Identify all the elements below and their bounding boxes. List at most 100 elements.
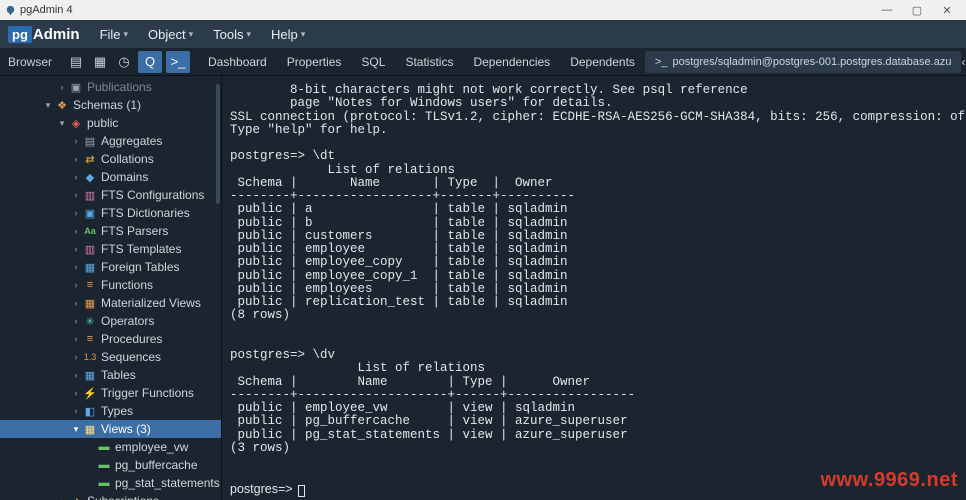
main-tabs: Dashboard Properties SQL Statistics Depe… (198, 51, 966, 73)
logo-admin: Admin (33, 26, 80, 43)
expand-icon[interactable]: › (70, 244, 82, 254)
tree-view-pg_buffercache[interactable]: ▬pg_buffercache (0, 456, 221, 474)
expand-icon[interactable]: › (56, 496, 68, 500)
tree-item-public[interactable]: ▾◈public (0, 114, 221, 132)
schemas-icon: ❖ (54, 99, 70, 112)
tree-view-pg_stat_statements[interactable]: ▬pg_stat_statements (0, 474, 221, 492)
menu-tools[interactable]: Tools▾ (203, 27, 261, 42)
fts-templates-icon: ▥ (82, 243, 98, 256)
tree-item-collations[interactable]: ›⇄Collations (0, 150, 221, 168)
object-browser[interactable]: ›▣Publications ▾❖Schemas (1) ▾◈public ›▤… (0, 76, 222, 500)
expand-icon[interactable]: › (56, 82, 68, 92)
fts-configurations-icon: ▥ (82, 189, 98, 202)
expand-icon[interactable]: › (70, 190, 82, 200)
tab-dashboard[interactable]: Dashboard (198, 55, 277, 69)
expand-icon[interactable]: › (70, 172, 82, 182)
tab-psql-session[interactable]: >_ postgres/sqladmin@postgres-001.postgr… (645, 51, 962, 73)
expand-icon[interactable]: › (70, 226, 82, 236)
tree-item-schemas[interactable]: ▾❖Schemas (1) (0, 96, 221, 114)
procedures-icon: ≡ (82, 333, 98, 345)
collapse-icon[interactable]: ▾ (56, 118, 68, 129)
collapse-icon[interactable]: ▾ (42, 100, 54, 111)
expand-icon[interactable]: › (70, 316, 82, 326)
tree-item-subscriptions[interactable]: ›◑Subscriptions (0, 492, 221, 500)
connection-path: postgres/sqladmin@postgres-001.postgres.… (672, 56, 951, 68)
minimize-button[interactable]: — (872, 4, 902, 16)
tool-dashboard-icon[interactable]: ◷ (112, 51, 136, 73)
app-logo: pg Admin (8, 26, 80, 43)
menu-file[interactable]: File▾ (90, 27, 138, 42)
tree-item-fts-templates[interactable]: ›▥FTS Templates (0, 240, 221, 258)
expand-icon[interactable]: › (70, 280, 82, 290)
tool-grid-icon[interactable]: ▦ (88, 51, 112, 73)
tree-item-views[interactable]: ▾▦Views (3) (0, 420, 221, 438)
tool-psql-icon[interactable]: >_ (166, 51, 190, 73)
chevron-down-icon: ▾ (189, 29, 194, 40)
tree-item-operators[interactable]: ›✳Operators (0, 312, 221, 330)
close-button[interactable]: ✕ (932, 4, 962, 17)
expand-icon[interactable]: › (70, 298, 82, 308)
tab-statistics[interactable]: Statistics (395, 55, 463, 69)
tables-icon: ▦ (82, 369, 98, 382)
views-icon: ▦ (82, 423, 98, 436)
scrollbar-thumb[interactable] (216, 84, 220, 204)
tree-item-publications[interactable]: ›▣Publications (0, 78, 221, 96)
menu-help[interactable]: Help▾ (261, 27, 315, 42)
expand-icon[interactable]: › (70, 136, 82, 146)
tree-item-types[interactable]: ›◧Types (0, 402, 221, 420)
schema-icon: ◈ (68, 117, 84, 130)
terminal-icon: >_ (655, 56, 668, 68)
chevron-down-icon: ▾ (301, 29, 306, 40)
tab-dependencies[interactable]: Dependencies (463, 55, 560, 69)
trigger-functions-icon: ⚡ (82, 387, 98, 400)
tree-item-tables[interactable]: ›▦Tables (0, 366, 221, 384)
browser-toolbar: ▤ ▦ ◷ Q >_ (60, 51, 192, 73)
app-icon (4, 4, 16, 16)
tree-item-functions[interactable]: ›≡Functions (0, 276, 221, 294)
expand-icon[interactable]: › (70, 154, 82, 164)
tree-item-procedures[interactable]: ›≡Procedures (0, 330, 221, 348)
tree-item-fts-configurations[interactable]: ›▥FTS Configurations (0, 186, 221, 204)
fts-parsers-icon: Aa (82, 226, 98, 236)
window-titlebar: pgAdmin 4 — ▢ ✕ (0, 0, 966, 20)
tree-item-domains[interactable]: ›◆Domains (0, 168, 221, 186)
tree-item-aggregates[interactable]: ›▤Aggregates (0, 132, 221, 150)
view-icon: ▬ (96, 441, 112, 453)
aggregates-icon: ▤ (82, 135, 98, 148)
subscriptions-icon: ◑ (68, 495, 84, 500)
terminal-cursor (298, 485, 305, 497)
tree-item-materialized-views[interactable]: ›▦Materialized Views (0, 294, 221, 312)
psql-terminal[interactable]: 8-bit characters might not work correctl… (222, 76, 966, 500)
expand-icon[interactable]: › (70, 262, 82, 272)
collapse-icon[interactable]: ▾ (70, 424, 82, 435)
tab-dependents[interactable]: Dependents (560, 55, 645, 69)
browser-panel-label: Browser (0, 55, 60, 69)
expand-icon[interactable]: › (70, 208, 82, 218)
tool-search-icon[interactable]: Q (138, 51, 162, 73)
tree-item-fts-dictionaries[interactable]: ›▣FTS Dictionaries (0, 204, 221, 222)
tree-item-fts-parsers[interactable]: ›AaFTS Parsers (0, 222, 221, 240)
expand-icon[interactable]: › (70, 334, 82, 344)
sidebar-scrollbar[interactable] (215, 76, 221, 500)
tool-properties-icon[interactable]: ▤ (64, 51, 88, 73)
tree-item-sequences[interactable]: ›1.3Sequences (0, 348, 221, 366)
fts-dictionaries-icon: ▣ (82, 207, 98, 220)
types-icon: ◧ (82, 405, 98, 418)
tab-sql[interactable]: SQL (351, 55, 395, 69)
maximize-button[interactable]: ▢ (902, 4, 932, 17)
chevron-down-icon: ▾ (247, 29, 252, 40)
materialized-views-icon: ▦ (82, 297, 98, 310)
expand-icon[interactable]: › (70, 406, 82, 416)
menu-object[interactable]: Object▾ (138, 27, 203, 42)
tree-view-employee_vw[interactable]: ▬employee_vw (0, 438, 221, 456)
tree-item-foreign-tables[interactable]: ›▦Foreign Tables (0, 258, 221, 276)
tab-properties[interactable]: Properties (277, 55, 352, 69)
expand-icon[interactable]: › (70, 388, 82, 398)
functions-icon: ≡ (82, 279, 98, 291)
expand-icon[interactable]: › (70, 370, 82, 380)
chevron-down-icon: ▾ (124, 29, 129, 40)
tree-item-trigger-functions[interactable]: ›⚡Trigger Functions (0, 384, 221, 402)
menubar: pg Admin File▾ Object▾ Tools▾ Help▾ (0, 20, 966, 48)
expand-icon[interactable]: › (70, 352, 82, 362)
view-icon: ▬ (96, 477, 112, 489)
